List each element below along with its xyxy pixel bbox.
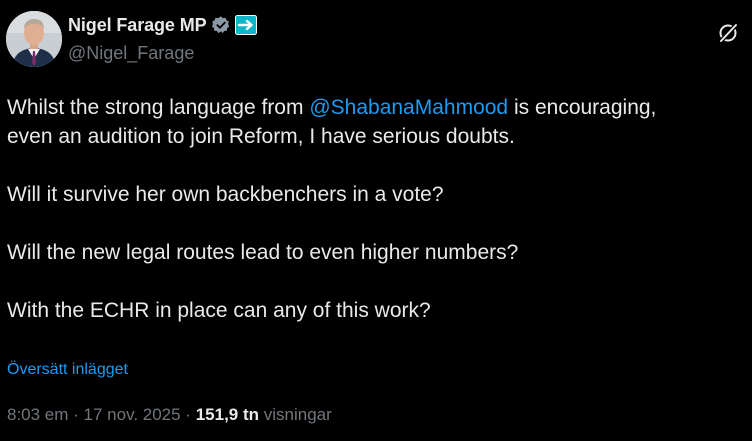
tweet-header: Nigel Farage MP @Nigel_Farage (6, 11, 746, 67)
profile-photo (6, 11, 62, 67)
tweet-line-1: Whilst the strong language from @Shabana… (7, 93, 752, 122)
name-row: Nigel Farage MP (68, 13, 257, 37)
author-info: Nigel Farage MP @Nigel_Farage (68, 13, 257, 64)
tweet-line-5: With the ECHR in place can any of this w… (7, 299, 431, 322)
tweet-line-3: Will it survive her own backbenchers in … (7, 183, 444, 206)
author-handle[interactable]: @Nigel_Farage (68, 43, 257, 64)
tweet-line-1-end: is encouraging, (508, 96, 657, 119)
translate-post-link[interactable]: Översätt inlägget (7, 361, 128, 379)
affiliation-flag-icon[interactable] (234, 15, 257, 35)
verified-badge-icon[interactable] (211, 15, 231, 35)
views-label: visningar (259, 405, 332, 424)
meta-separator: · (68, 405, 84, 424)
tweet-line-4: Will the new legal routes lead to even h… (7, 241, 519, 264)
tweet-line-1-start: Whilst the strong language from (7, 96, 310, 119)
mention-link[interactable]: @ShabanaMahmood (309, 96, 508, 119)
tweet-meta: 8:03 em · 17 nov. 2025 · 151,9 tn visnin… (7, 405, 332, 425)
tweet-date[interactable]: 17 nov. 2025 (84, 405, 181, 424)
avatar[interactable] (6, 11, 62, 67)
tweet-time[interactable]: 8:03 em (7, 405, 68, 424)
tweet-line-2: even an audition to join Reform, I have … (7, 125, 515, 148)
views-count[interactable]: 151,9 tn (196, 405, 259, 424)
tweet-body: Whilst the strong language from @Shabana… (7, 93, 752, 325)
grok-icon[interactable] (716, 21, 740, 45)
author-display-name[interactable]: Nigel Farage MP (68, 15, 207, 36)
meta-separator: · (180, 405, 196, 424)
